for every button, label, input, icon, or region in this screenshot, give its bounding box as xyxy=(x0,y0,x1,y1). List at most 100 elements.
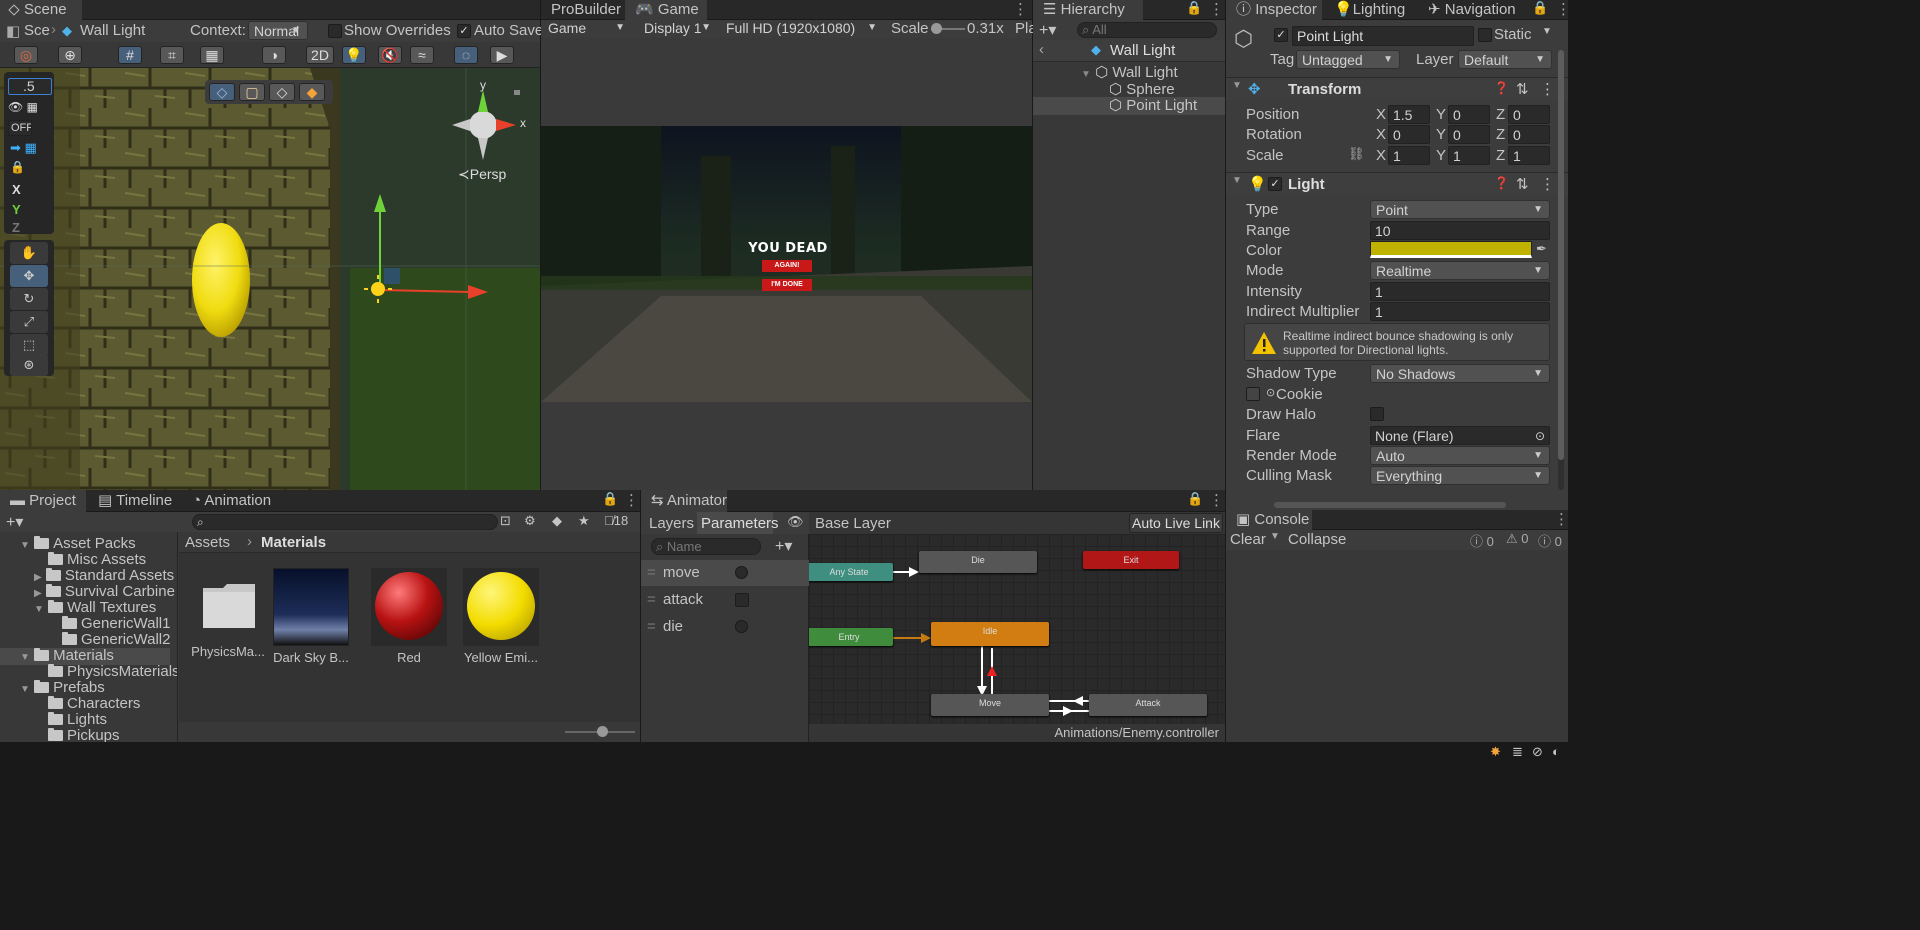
info-count[interactable]: ⓘ 0 xyxy=(1470,531,1494,550)
cookie-checkbox[interactable] xyxy=(1246,387,1260,401)
back-arrow-icon[interactable]: ‹ xyxy=(1039,41,1044,58)
shadow-type-dropdown[interactable]: No Shadows ▼ xyxy=(1370,364,1550,383)
add-icon[interactable]: +▾ xyxy=(1039,20,1056,40)
clear-options-dropdown[interactable]: ▼ xyxy=(1270,531,1280,542)
transform-tool-icon[interactable]: ⊛ xyxy=(10,354,48,376)
audio-icon[interactable]: 🔇 xyxy=(378,46,402,64)
grid-snap-icon[interactable]: # xyxy=(118,46,142,64)
kebab-menu-icon[interactable]: ⋮ xyxy=(1540,80,1555,98)
param-row[interactable]: = move xyxy=(641,560,809,586)
tag-dropdown[interactable]: Untagged ▼ xyxy=(1296,50,1400,69)
hierarchy-item[interactable]: ⬡ Point Light xyxy=(1109,96,1197,116)
tab-inspector[interactable]: ⓘ Inspector xyxy=(1226,0,1322,20)
tab-hierarchy[interactable]: ☰ Hierarchy xyxy=(1033,0,1143,20)
camera-icon[interactable]: ▶ xyxy=(490,46,514,64)
thumbnail-size-slider[interactable] xyxy=(565,726,635,737)
kebab-menu-icon[interactable]: ⋮ xyxy=(1209,491,1224,509)
light-enabled-checkbox[interactable]: ✓ xyxy=(1268,177,1282,191)
eyedropper-icon[interactable]: ✒ xyxy=(1536,241,1547,257)
grid-visibility-icon[interactable]: ▦ xyxy=(200,46,224,64)
snap-visibility-icon[interactable]: 👁 ▦ xyxy=(8,100,38,114)
entry-node[interactable]: Entry xyxy=(809,628,893,646)
auto-save-checkbox[interactable]: ✓ xyxy=(457,24,471,38)
add-component-bar[interactable] xyxy=(1274,502,1506,508)
resolution-dropdown[interactable]: Full HD (1920x1080) ▼ xyxy=(721,20,883,38)
database-icon[interactable]: ≣ xyxy=(1512,744,1523,760)
hierarchy-search-input[interactable]: ⌕ All xyxy=(1077,22,1217,38)
snap-axis-y[interactable]: Y xyxy=(12,202,21,217)
snap-off-toggle[interactable]: OFF xyxy=(8,120,32,136)
parameter-search-input[interactable]: ⌕ Name xyxy=(651,538,761,555)
layer-dropdown[interactable]: Default ▼ xyxy=(1458,50,1552,69)
game-mode-dropdown[interactable]: Game ▼ xyxy=(543,20,631,38)
kebab-menu-icon[interactable]: ⋮ xyxy=(1013,0,1028,18)
move-state-node[interactable]: Move xyxy=(931,694,1049,716)
constrain-proportions-icon[interactable]: ⛓ xyxy=(1348,146,1365,162)
tag-icon[interactable]: ◆ xyxy=(552,513,562,529)
die-state-node[interactable]: Die xyxy=(919,551,1037,573)
inspector-scrollbar[interactable] xyxy=(1558,50,1564,490)
tab-scene[interactable]: Scene xyxy=(0,0,82,20)
prefab-back-icon[interactable]: ◧ xyxy=(6,22,20,40)
scale-y-field[interactable]: 1 xyxy=(1448,146,1490,165)
shading-mode-icon[interactable]: ◑ xyxy=(262,46,286,64)
tab-layers[interactable]: Layers xyxy=(649,515,694,532)
light-type-dropdown[interactable]: Point ▼ xyxy=(1370,200,1550,219)
idle-state-node[interactable]: Idle xyxy=(931,622,1049,646)
filter-by-label-icon[interactable]: ⚙ xyxy=(524,513,536,529)
rotation-z-field[interactable]: 0 xyxy=(1508,125,1550,144)
preset-icon[interactable]: ⇅ xyxy=(1516,80,1529,98)
trigger-toggle[interactable] xyxy=(735,566,748,579)
increment-snap-icon[interactable]: ⌗ xyxy=(160,46,184,64)
param-row[interactable]: = die xyxy=(641,614,809,640)
param-row[interactable]: = attack xyxy=(641,587,809,613)
done-button[interactable]: I'M DONE xyxy=(762,279,812,291)
auto-generate-lighting-icon[interactable]: ✸ xyxy=(1490,744,1501,760)
static-checkbox[interactable] xyxy=(1478,28,1492,42)
tab-project[interactable]: ▬ Project xyxy=(0,490,86,512)
breadcrumb-scene[interactable]: Sce xyxy=(24,22,50,39)
error-count[interactable]: ⓘ 0 xyxy=(1538,531,1562,550)
tab-probuilder[interactable]: ProBuilder xyxy=(541,0,625,20)
tab-lighting[interactable]: 💡Lighting xyxy=(1324,0,1416,20)
tab-game[interactable]: 🎮 Game xyxy=(625,0,707,20)
render-mode-dropdown[interactable]: Auto ▼ xyxy=(1370,446,1550,465)
trigger-toggle[interactable] xyxy=(735,620,748,633)
favorite-star-icon[interactable]: ★ xyxy=(578,513,590,529)
rotate-tool-icon[interactable]: ↻ xyxy=(10,288,48,310)
state-graph[interactable]: Any State Die Exit Entry Idle Move Attac… xyxy=(809,534,1225,742)
breadcrumb-materials[interactable]: Materials xyxy=(261,534,326,551)
lock-icon[interactable]: 🔒 xyxy=(10,160,25,174)
snap-axis-x[interactable]: X xyxy=(12,182,21,197)
intensity-field[interactable]: 1 xyxy=(1370,282,1550,301)
snap-arrow-icon[interactable]: ➡ ▦ xyxy=(10,140,37,156)
lock-icon[interactable]: 🔒 xyxy=(1186,0,1202,16)
kebab-menu-icon[interactable]: ⋮ xyxy=(1540,175,1555,193)
drag-handle-icon[interactable]: = xyxy=(647,591,656,608)
breadcrumb-assets[interactable]: Assets xyxy=(185,534,230,551)
auto-live-link-button[interactable]: Auto Live Link xyxy=(1129,513,1223,533)
base-layer-breadcrumb[interactable]: Base Layer xyxy=(815,515,891,532)
rotation-y-field[interactable]: 0 xyxy=(1448,125,1490,144)
progress-icon[interactable]: ◐ xyxy=(1552,744,1560,759)
edit-vertices-icon[interactable]: ▢ xyxy=(239,83,265,101)
tab-animation[interactable]: ◔ Animation xyxy=(182,490,282,512)
persp-label[interactable]: ≺Persp xyxy=(458,166,506,183)
tab-navigation[interactable]: ✈ Navigation xyxy=(1418,0,1530,20)
chevron-down-icon[interactable]: ▼ xyxy=(1542,26,1552,37)
edit-bounds-icon[interactable]: ◇ xyxy=(209,83,235,101)
any-state-node[interactable]: Any State xyxy=(809,563,893,581)
scale-z-field[interactable]: 1 xyxy=(1508,146,1550,165)
lock-icon[interactable]: 🔒 xyxy=(1187,491,1203,507)
object-picker-icon[interactable]: ⊙ xyxy=(1535,427,1545,444)
again-button[interactable]: AGAIN! xyxy=(762,260,812,272)
warning-count[interactable]: ⚠ 0 xyxy=(1506,531,1529,547)
clear-button[interactable]: Clear xyxy=(1230,531,1266,548)
position-x-field[interactable]: 1.5 xyxy=(1388,105,1430,124)
lock-icon[interactable]: 🔒 xyxy=(602,491,618,507)
project-search-input[interactable]: ⌕ xyxy=(192,514,498,530)
draw-halo-checkbox[interactable] xyxy=(1370,407,1384,421)
light-mode-dropdown[interactable]: Realtime ▼ xyxy=(1370,261,1550,280)
game-viewport[interactable]: YOU DEAD AGAIN! I'M DONE xyxy=(541,38,1032,490)
kebab-menu-icon[interactable]: ⋮ xyxy=(1554,510,1569,528)
